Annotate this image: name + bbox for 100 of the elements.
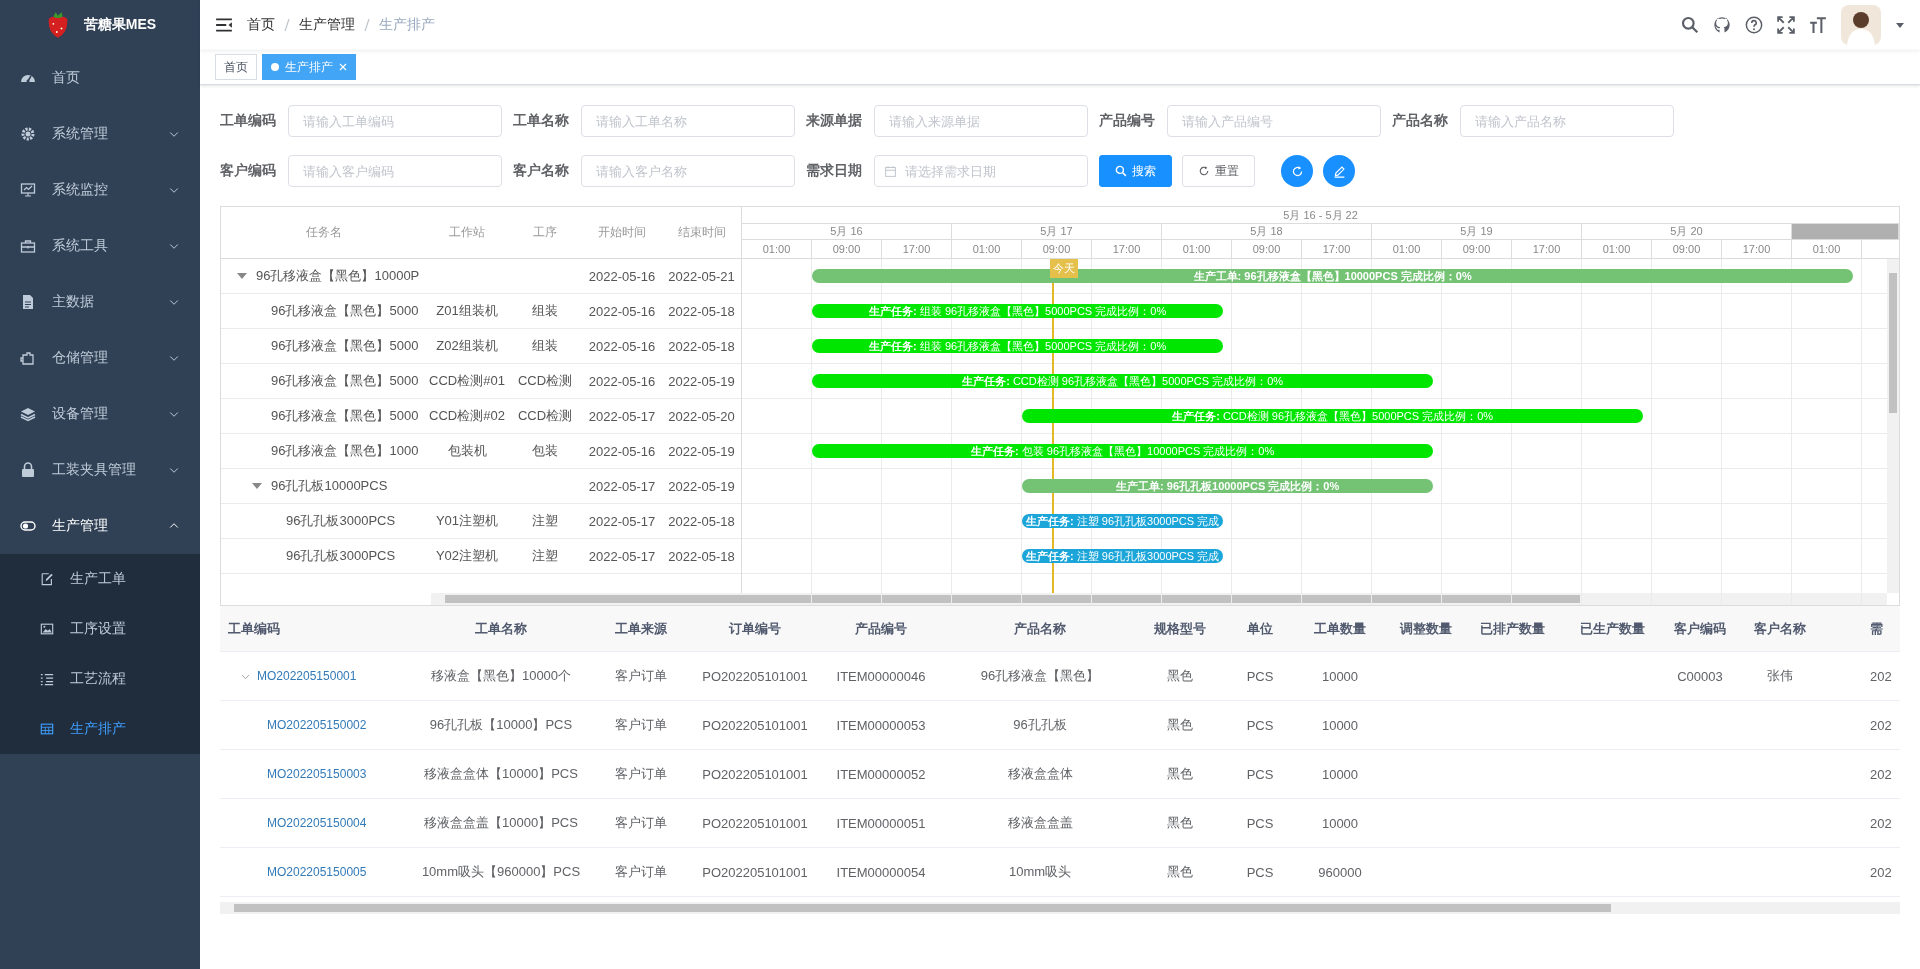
table-cell: PO202205101001 — [702, 766, 808, 782]
gantt-bar[interactable]: 生产任务: 注塑 96孔孔板3000PCS 完成 — [1022, 549, 1224, 563]
hour-label: 01:00 — [1162, 240, 1232, 258]
table-cell: 2022-05-17 — [588, 548, 656, 564]
column-header: 任务名 — [305, 224, 342, 241]
edit-button[interactable] — [1323, 155, 1355, 187]
column-header: 规格型号 — [1154, 619, 1206, 638]
table-icon — [40, 722, 54, 736]
input-field[interactable]: 请输入客户名称 — [581, 155, 795, 187]
reset-button[interactable]: 重置 — [1182, 155, 1255, 187]
input-field[interactable]: 请输入工单名称 — [581, 105, 795, 137]
menu-item[interactable]: 生产管理 — [0, 498, 200, 554]
task-name: 96孔移液盒【黑色】10000P — [256, 267, 420, 285]
menu-item[interactable]: 设备管理 — [0, 386, 200, 442]
table-cell: 黑色 — [1167, 667, 1193, 685]
scrollbar[interactable] — [1887, 259, 1899, 593]
caret-down-icon[interactable] — [236, 271, 248, 281]
table-cell: 2022-05-19 — [668, 478, 735, 494]
hour-label: 09:00 — [1442, 240, 1512, 258]
table-cell: 2022-05-17 — [588, 513, 656, 529]
tab[interactable]: 首页 — [215, 54, 257, 80]
table-cell: 10000 — [1321, 815, 1359, 831]
input-field[interactable]: 请输入客户编码 — [288, 155, 502, 187]
order-link[interactable]: MO202205150001 — [257, 669, 357, 683]
gear-icon — [20, 126, 36, 142]
menu-item[interactable]: 主数据 — [0, 274, 200, 330]
search-icon[interactable] — [1681, 16, 1699, 34]
refresh-button[interactable] — [1281, 155, 1313, 187]
table-cell: 10000 — [1321, 766, 1359, 782]
submenu-item[interactable]: 工艺流程 — [0, 654, 200, 704]
caret-down-icon[interactable] — [251, 481, 263, 491]
order-link[interactable]: MO202205150004 — [267, 816, 367, 830]
order-link[interactable]: MO202205150003 — [267, 767, 367, 781]
gantt-bar[interactable]: 生产任务: 注塑 96孔孔板3000PCS 完成 — [1022, 514, 1224, 528]
hour-label: 17:00 — [1092, 240, 1162, 258]
day-label: 5月 16 — [742, 224, 952, 239]
menu-item[interactable]: 首页 — [0, 50, 200, 106]
table-cell: 960000 — [1318, 864, 1362, 880]
menu-icon[interactable] — [215, 16, 233, 34]
column-header: 已生产数量 — [1579, 619, 1645, 638]
toggle-icon — [20, 518, 36, 534]
caret-icon[interactable] — [1895, 21, 1905, 29]
table-cell: 移液盒盒体【10000】PCS — [424, 765, 578, 783]
table-cell: 注塑 — [532, 547, 558, 565]
column-header: 开始时间 — [598, 224, 646, 241]
help-icon[interactable] — [1745, 16, 1763, 34]
breadcrumb-link[interactable]: 首页 — [247, 16, 275, 34]
input-field[interactable]: 请输入产品名称 — [1460, 105, 1674, 137]
table-cell: PO202205101001 — [702, 717, 808, 733]
table-cell: 张伟 — [1767, 667, 1793, 685]
table-cell: 2022-05-16 — [588, 338, 656, 354]
hour-label: 09:00 — [1232, 240, 1302, 258]
list-icon — [40, 672, 54, 686]
table-cell: 2022-05-16 — [588, 303, 656, 319]
column-header: 调整数量 — [1400, 619, 1452, 638]
close-icon[interactable] — [339, 63, 347, 71]
search-button[interactable]: 搜索 — [1099, 155, 1172, 187]
submenu-item[interactable]: 生产工单 — [0, 554, 200, 604]
table-cell-text: 202 — [1869, 815, 1892, 831]
scrollbar[interactable] — [431, 593, 1887, 605]
breadcrumb-link[interactable]: 生产管理 — [299, 16, 355, 34]
table-cell: Z02组装机 — [436, 337, 498, 355]
menu-item[interactable]: 系统管理 — [0, 106, 200, 162]
font-size-icon[interactable] — [1809, 16, 1827, 34]
table-cell: 2022-05-17 — [588, 478, 656, 494]
breadcrumb-item: 生产排产 — [379, 16, 435, 34]
menu-item[interactable]: 仓储管理 — [0, 330, 200, 386]
task-name: 96孔孔板3000PCS — [286, 512, 396, 530]
fullscreen-icon[interactable] — [1777, 16, 1795, 34]
dot-icon — [271, 63, 279, 71]
menu-item[interactable]: 系统监控 — [0, 162, 200, 218]
menu-item[interactable]: 系统工具 — [0, 218, 200, 274]
table-cell: PCS — [1246, 668, 1274, 684]
table-cell: 移液盒【黑色】10000个 — [430, 667, 572, 685]
table-cell: 2022-05-16 — [588, 268, 656, 284]
table-cell: CCD检测 — [517, 407, 573, 425]
input-field[interactable]: 请输入产品编号 — [1167, 105, 1381, 137]
order-link[interactable]: MO202205150002 — [267, 718, 367, 732]
search-icon — [1115, 165, 1127, 177]
table-cell: ITEM00000051 — [836, 815, 926, 831]
submenu-item[interactable]: 生产排产 — [0, 704, 200, 754]
cat-icon[interactable] — [1713, 16, 1731, 34]
table-cell: 客户订单 — [615, 667, 667, 685]
table-cell: 组装 — [532, 302, 558, 320]
column-header: 订单编号 — [729, 619, 781, 638]
submenu-item[interactable]: 工序设置 — [0, 604, 200, 654]
avatar[interactable] — [1841, 5, 1881, 45]
table-cell: 2022-05-19 — [668, 443, 735, 459]
table-cell: 2022-05-20 — [668, 408, 735, 424]
tab[interactable]: 生产排产 — [262, 54, 356, 80]
scrollbar[interactable] — [220, 902, 1900, 914]
field-label: 客户编码 — [220, 162, 277, 180]
input-field[interactable]: 请输入来源单据 — [874, 105, 1088, 137]
order-link[interactable]: MO202205150005 — [267, 865, 367, 879]
table-cell: CCD检测 — [517, 372, 573, 390]
table-cell-text: 202 — [1869, 668, 1892, 684]
column-header: 产品名称 — [1014, 619, 1066, 638]
menu-item[interactable]: 工装夹具管理 — [0, 442, 200, 498]
input-field[interactable]: 请输入工单编码 — [288, 105, 502, 137]
hour-label: 01:00 — [742, 240, 812, 258]
